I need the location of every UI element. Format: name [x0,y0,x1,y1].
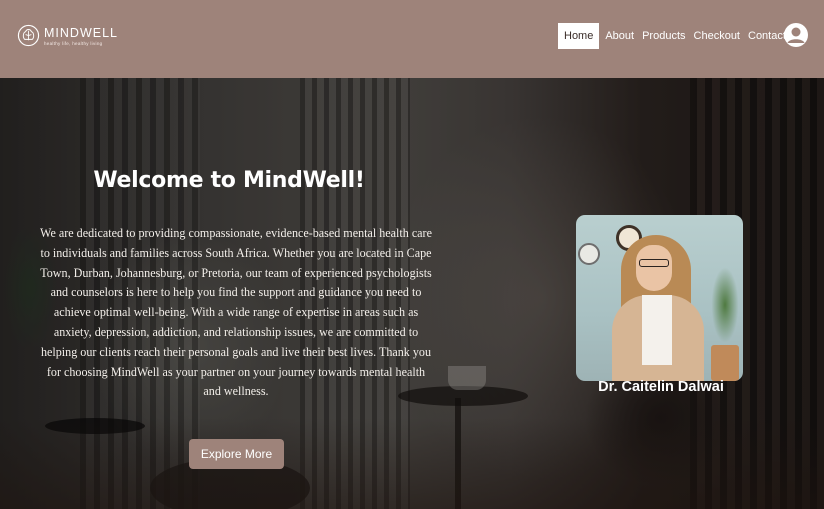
main-nav: Home About Products Checkout Contact [558,23,790,49]
doctor-photo [576,215,743,381]
doctor-name: Dr. Caitelin Dalwai [598,379,724,395]
plant-decoration [703,250,743,360]
brand-tagline: healthy life, healthy living [44,41,103,46]
nav-home[interactable]: Home [558,23,600,49]
glasses-icon [639,259,669,267]
doctor-blouse [642,295,672,365]
nav-checkout[interactable]: Checkout [690,23,744,49]
nav-products[interactable]: Products [638,23,689,49]
site-header: MINDWELL healthy life, healthy living Ho… [0,0,824,78]
explore-more-button[interactable]: Explore More [189,439,284,469]
hero-intro-text: We are dedicated to providing compassion… [40,226,432,399]
pot-decoration [711,345,739,381]
brain-logo-icon [17,24,40,47]
doctor-face [636,245,672,291]
nav-about[interactable]: About [601,23,638,49]
brand-name: MINDWELL [44,26,118,40]
brand-logo[interactable]: MINDWELL healthy life, healthy living [13,18,118,54]
hero-heading: Welcome to MindWell! [93,168,365,193]
clock-icon [578,243,600,265]
user-account-icon[interactable] [781,22,811,48]
